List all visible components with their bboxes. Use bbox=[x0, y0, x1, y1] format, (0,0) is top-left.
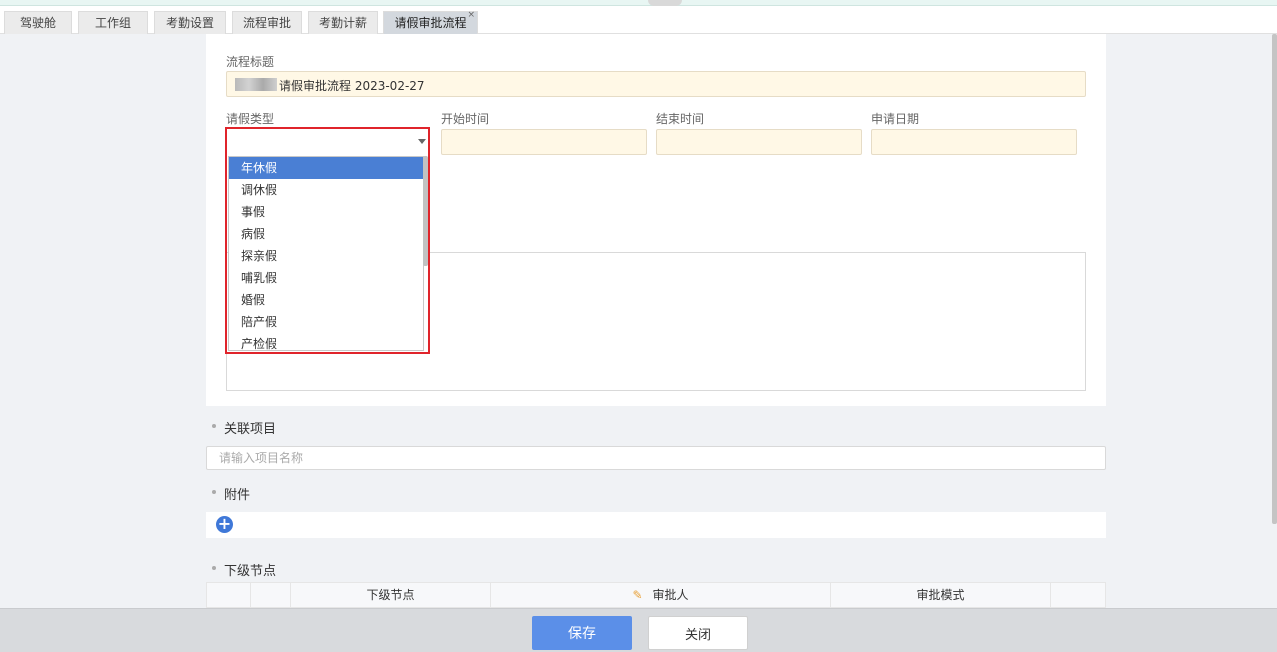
attachment-bar: + bbox=[206, 512, 1106, 538]
end-time-field[interactable] bbox=[656, 129, 862, 155]
tab-cockpit[interactable]: 驾驶舱 bbox=[4, 11, 72, 34]
page-scrollbar[interactable] bbox=[1272, 34, 1277, 524]
next-nodes-table-header: 下级节点 ✎ 审批人 审批模式 bbox=[206, 582, 1106, 608]
plus-circle-icon[interactable]: + bbox=[216, 516, 233, 533]
section-dot bbox=[212, 490, 216, 494]
red-highlight-box bbox=[225, 127, 430, 354]
pencil-icon[interactable]: ✎ bbox=[632, 588, 642, 602]
th-approver: ✎ 审批人 bbox=[491, 583, 831, 608]
close-icon[interactable]: × bbox=[467, 9, 475, 21]
tab-attendance-settings[interactable]: 考勤设置 bbox=[154, 11, 226, 34]
title-field[interactable]: 请假审批流程 2023-02-27 bbox=[226, 71, 1086, 97]
attachments-title: 附件 bbox=[224, 488, 251, 503]
related-project-title: 关联项目 bbox=[224, 422, 277, 437]
th-blank-1 bbox=[207, 583, 251, 608]
leave-type-label: 请假类型 bbox=[226, 112, 275, 126]
tab-leave-approval-process[interactable]: 请假审批流程 × bbox=[383, 9, 478, 34]
save-button[interactable]: 保存 bbox=[532, 616, 632, 650]
th-approval-mode: 审批模式 bbox=[831, 583, 1051, 608]
tab-workgroup[interactable]: 工作组 bbox=[78, 11, 148, 34]
tab-process-approval[interactable]: 流程审批 bbox=[232, 11, 302, 34]
redacted-name bbox=[235, 78, 277, 91]
th-blank-2 bbox=[251, 583, 291, 608]
end-time-label: 结束时间 bbox=[656, 112, 705, 126]
footer-bar: 保存 关闭 bbox=[0, 608, 1277, 652]
section-dot bbox=[212, 566, 216, 570]
tab-bar: 驾驶舱 工作组 考勤设置 流程审批 考勤计薪 请假审批流程 × bbox=[0, 6, 1277, 34]
th-blank-3 bbox=[1051, 583, 1105, 608]
apply-date-label: 申请日期 bbox=[871, 112, 920, 126]
next-nodes-title: 下级节点 bbox=[224, 564, 277, 579]
apply-date-field[interactable] bbox=[871, 129, 1077, 155]
start-time-label: 开始时间 bbox=[441, 112, 490, 126]
title-value: 请假审批流程 2023-02-27 bbox=[279, 79, 425, 93]
section-dot bbox=[212, 424, 216, 428]
title-label: 流程标题 bbox=[226, 55, 275, 69]
start-time-field[interactable] bbox=[441, 129, 647, 155]
th-next-node: 下级节点 bbox=[291, 583, 491, 608]
project-search-input[interactable]: 请输入项目名称 bbox=[206, 446, 1106, 470]
tab-attendance-payroll[interactable]: 考勤计薪 bbox=[308, 11, 378, 34]
close-button[interactable]: 关闭 bbox=[648, 616, 748, 650]
